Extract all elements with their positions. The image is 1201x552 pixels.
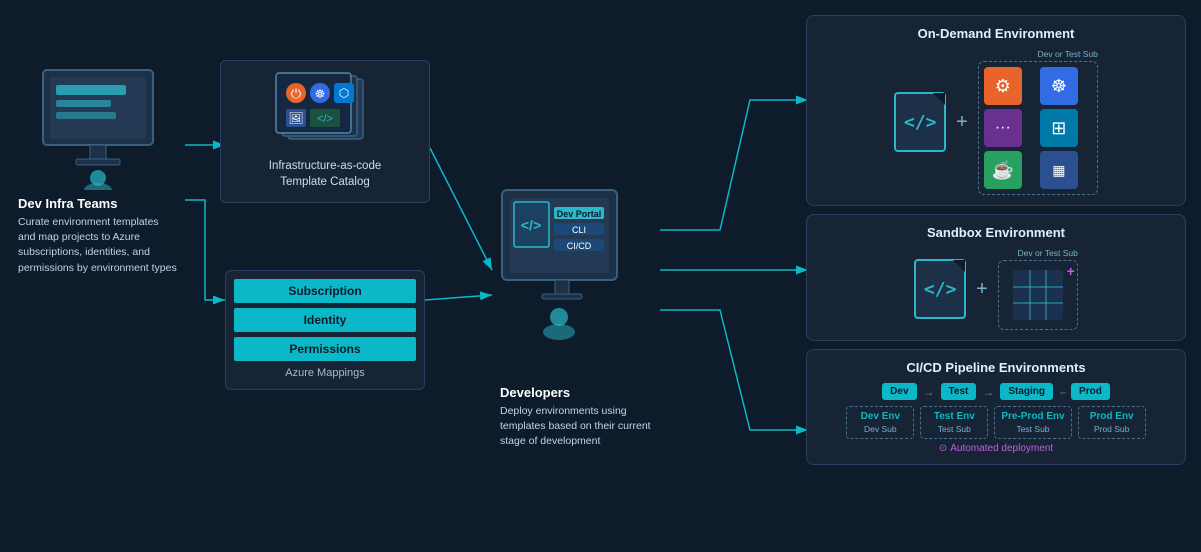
service-icon-dots: ···: [984, 109, 1022, 147]
dev-infra-description: Curate environment templates and map pro…: [18, 215, 178, 276]
developers-title: Developers: [500, 385, 675, 400]
sandbox-inner: </> + Dev or Test Sub +: [819, 248, 1173, 330]
stage-staging: Staging: [1000, 383, 1053, 400]
stage-arrow-2: →: [982, 385, 994, 399]
service-icon-settings: ⚙: [984, 67, 1022, 105]
service-icon-db: ☕: [984, 151, 1022, 189]
permissions-row: Permissions: [234, 337, 416, 361]
right-panels: On-Demand Environment </> + Dev or Test …: [806, 15, 1186, 465]
svg-text:</>: </>: [521, 217, 541, 233]
stage-dev: Dev: [882, 383, 916, 400]
svg-text:CLI: CLI: [572, 225, 586, 235]
developer-monitor: </> Dev Portal CLI CI/CD: [492, 185, 652, 350]
dev-infra-monitor: [28, 60, 168, 190]
sandbox-purple-plus: +: [1067, 263, 1075, 279]
developers-label: Developers Deploy environments using tem…: [500, 385, 675, 450]
stage-dotted-arrow: ···: [1059, 385, 1065, 399]
service-icon-kubernetes: ☸: [1040, 67, 1078, 105]
stage-arrow-1: →: [923, 385, 935, 399]
dev-infra-title: Dev Infra Teams: [18, 196, 178, 211]
infra-box-label: Infrastructure-as-code Template Catalog: [231, 159, 419, 190]
svg-text:</>: </>: [317, 113, 333, 125]
infra-as-code-box: ⏻ ☸ ⬡ 🖼 </> Infrastructure-as-code Templ…: [220, 60, 430, 203]
identity-row: Identity: [234, 308, 416, 332]
svg-text:☸: ☸: [315, 87, 326, 101]
sandbox-panel: Sandbox Environment </> + Dev or Test Su…: [806, 214, 1186, 341]
on-demand-sub-label: Dev or Test Sub: [1038, 49, 1098, 59]
azure-mappings-label: Azure Mappings: [234, 367, 416, 379]
developers-description: Deploy environments using templates base…: [500, 404, 675, 450]
cicd-title: CI/CD Pipeline Environments: [819, 360, 1173, 375]
on-demand-title: On-Demand Environment: [819, 26, 1173, 41]
cicd-panel: CI/CD Pipeline Environments Dev → Test →…: [806, 349, 1186, 465]
dev-infra-section: Dev Infra Teams Curate environment templ…: [18, 60, 178, 276]
svg-text:🖼: 🖼: [288, 111, 303, 125]
svg-text:⬡: ⬡: [339, 86, 349, 100]
on-demand-inner: </> + Dev or Test Sub ⚙ ☸ ··· ⊞ ☕ ▦: [819, 49, 1173, 195]
env-dev: Dev Env Dev Sub: [846, 406, 914, 439]
automated-icon: ⊙: [939, 443, 947, 454]
svg-text:CI/CD: CI/CD: [567, 241, 592, 251]
sandbox-plus: +: [976, 278, 988, 301]
on-demand-plus: +: [956, 111, 968, 134]
env-preprod: Pre-Prod Env Test Sub: [994, 406, 1071, 439]
stage-test: Test: [941, 383, 977, 400]
env-prod: Prod Env Prod Sub: [1078, 406, 1146, 439]
automated-label: ⊙Automated deployment: [819, 443, 1173, 454]
sandbox-grid-icon: [1012, 269, 1064, 321]
cicd-envs: Dev Env Dev Sub Test Env Test Sub Pre-Pr…: [819, 406, 1173, 439]
svg-text:Dev Portal: Dev Portal: [557, 209, 602, 219]
sandbox-code-doc: </>: [914, 259, 966, 319]
on-demand-code-doc: </>: [894, 92, 946, 152]
on-demand-services: ⚙ ☸ ··· ⊞ ☕ ▦: [978, 61, 1098, 195]
infra-pages-icon: ⏻ ☸ ⬡ 🖼 </>: [260, 71, 390, 146]
sandbox-title: Sandbox Environment: [819, 225, 1173, 240]
cicd-stages: Dev → Test → Staging ··· Prod: [819, 383, 1173, 400]
on-demand-panel: On-Demand Environment </> + Dev or Test …: [806, 15, 1186, 206]
service-icon-grid: ▦: [1040, 151, 1078, 189]
sandbox-sub-label: Dev or Test Sub: [1018, 248, 1078, 258]
subscription-row: Subscription: [234, 279, 416, 303]
svg-text:⏻: ⏻: [291, 86, 301, 101]
stage-prod: Prod: [1071, 383, 1110, 400]
env-test: Test Env Test Sub: [920, 406, 988, 439]
diagram: Dev Infra Teams Curate environment templ…: [0, 0, 1201, 552]
developer-monitor-icon: </> Dev Portal CLI CI/CD: [492, 185, 652, 345]
sandbox-dashed-box: +: [998, 260, 1078, 330]
azure-mappings-box: Subscription Identity Permissions Azure …: [225, 270, 425, 390]
dev-infra-label: Dev Infra Teams Curate environment templ…: [18, 196, 178, 276]
service-icon-network: ⊞: [1040, 109, 1078, 147]
